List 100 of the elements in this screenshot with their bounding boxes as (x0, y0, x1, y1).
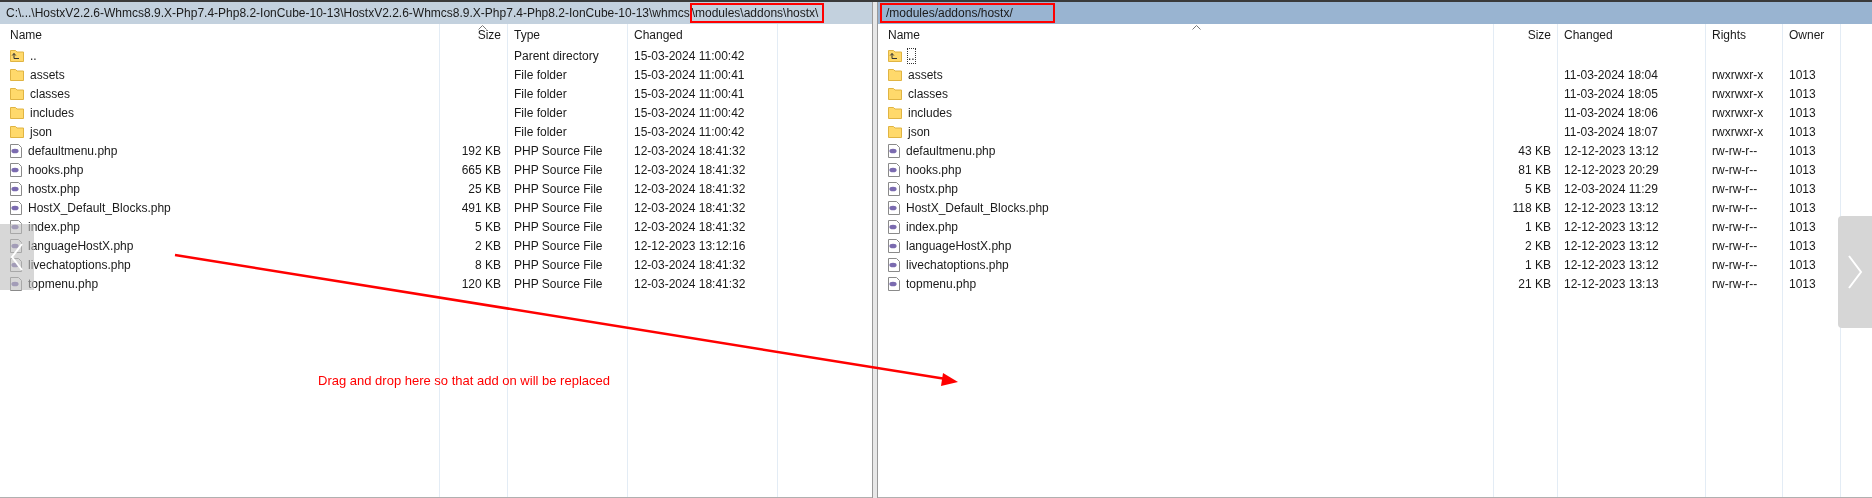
table-cell-text: 15-03-2024 11:00:41 (634, 66, 745, 84)
php-file-icon (10, 276, 22, 291)
table-cell-text: PHP Source File (514, 237, 603, 255)
table-cell-text: 12-03-2024 18:41:32 (634, 142, 746, 160)
highlighted-path: \modules\addons\hostx\ (689, 3, 825, 23)
php-file-icon (888, 276, 900, 291)
table-cell-text: PHP Source File (514, 180, 603, 198)
table-cell-text: 12-03-2024 18:41:32 (634, 218, 746, 236)
file-name[interactable]: languageHostX.php (906, 238, 1012, 253)
php-file-icon (888, 200, 900, 215)
column-header[interactable]: Name (10, 26, 42, 44)
file-name[interactable]: index.php (906, 219, 959, 234)
table-cell-text: 12-12-2023 13:12 (1564, 142, 1659, 160)
table-cell-text: 5 KB (475, 218, 501, 236)
file-name[interactable]: defaultmenu.php (28, 143, 118, 158)
file-name[interactable]: hostx.php (28, 181, 81, 196)
file-name[interactable]: livechatoptions.php (906, 257, 1009, 272)
table-cell-text: 12-12-2023 13:12 (1564, 237, 1659, 255)
table-cell-text: 120 KB (461, 275, 501, 293)
table-cell-text: 2 KB (1525, 237, 1551, 255)
file-name[interactable]: includes (908, 105, 953, 120)
table-cell-text: rw-rw-r-- (1712, 237, 1758, 255)
table-cell-text: 1013 (1789, 85, 1816, 103)
file-name[interactable]: .. (30, 48, 37, 63)
table-cell-text: 1013 (1789, 123, 1816, 141)
table-cell-text: PHP Source File (514, 275, 603, 293)
php-file-icon (888, 219, 900, 234)
up-folder-icon (888, 49, 902, 62)
table-cell-text: 2 KB (475, 237, 501, 255)
table-cell-text: rw-rw-r-- (1712, 161, 1758, 179)
table-cell-text: PHP Source File (514, 161, 603, 179)
table-cell-text: 12-03-2024 18:41:32 (634, 161, 746, 179)
table-cell-text: 1013 (1789, 256, 1816, 274)
table-cell-text: 1013 (1789, 218, 1816, 236)
highlighted-path: /modules/addons/hostx/ (880, 3, 1055, 23)
table-cell-text: PHP Source File (514, 218, 603, 236)
file-name[interactable]: includes (30, 105, 75, 120)
file-name[interactable]: assets (908, 67, 943, 82)
table-cell-text: 1 KB (1525, 256, 1551, 274)
column-header[interactable]: Rights (1712, 26, 1746, 44)
php-file-icon (10, 238, 22, 253)
php-file-icon (10, 143, 22, 158)
table-cell-text: 12-12-2023 20:29 (1564, 161, 1659, 179)
table-cell-text: 118 KB (1512, 199, 1551, 217)
column-header[interactable]: Owner (1789, 26, 1825, 44)
file-name[interactable]: index.php (28, 219, 81, 234)
file-name[interactable]: defaultmenu.php (906, 143, 996, 158)
file-name[interactable]: hostx.php (906, 181, 959, 196)
file-name[interactable]: classes (30, 86, 70, 101)
php-file-icon (10, 200, 22, 215)
file-name[interactable]: livechatoptions.php (28, 257, 131, 272)
file-name[interactable]: classes (908, 86, 948, 101)
table-cell-text: 1013 (1789, 275, 1816, 293)
column-header[interactable]: Name (888, 26, 920, 44)
column-header[interactable]: Changed (1564, 26, 1613, 44)
table-cell-text: 1013 (1789, 199, 1816, 217)
file-name[interactable]: hooks.php (906, 162, 962, 177)
table-cell-text: 12-12-2023 13:12:16 (634, 237, 746, 255)
file-name[interactable]: json (908, 124, 930, 139)
column-header[interactable]: Type (514, 26, 540, 44)
table-cell-text: 491 KB (461, 199, 501, 217)
column-header[interactable]: Changed (634, 26, 683, 44)
table-cell-text: 15-03-2024 11:00:42 (634, 47, 745, 65)
table-cell-text: rwxrwxr-x (1712, 66, 1764, 84)
table-cell-text: 81 KB (1518, 161, 1551, 179)
folder-icon (888, 68, 902, 81)
file-name[interactable]: topmenu.php (906, 276, 977, 291)
table-cell-text: 8 KB (475, 256, 501, 274)
table-cell-text: 15-03-2024 11:00:42 (634, 123, 745, 141)
file-name[interactable]: HostX_Default_Blocks.php (28, 200, 171, 215)
table-cell-text: 11-03-2024 18:06 (1564, 104, 1658, 122)
file-name[interactable]: languageHostX.php (28, 238, 134, 253)
column-header[interactable]: Size (1527, 26, 1551, 44)
php-file-icon (888, 257, 900, 272)
path-bar[interactable]: /modules/addons/hostx/ (878, 2, 1872, 24)
table-cell-text: 1013 (1789, 66, 1816, 84)
sort-caret-icon (478, 25, 487, 30)
php-file-icon (10, 219, 22, 234)
path-bar[interactable]: C:\...\HostxV2.2.6-Whmcs8.9.X-Php7.4-Php8.2-IonCube-10-13\HostxV2.2.6-Whmcs8.9.X-Php7.4-Php8.2-IonCube-10-13\whmcs \modules\addons\hostx\ (0, 2, 872, 24)
table-cell-text: 15-03-2024 11:00:41 (634, 85, 745, 103)
table-cell-text: 15-03-2024 11:00:42 (634, 104, 745, 122)
file-name[interactable]: hooks.php (28, 162, 84, 177)
php-file-icon (888, 162, 900, 177)
table-cell-text: 12-03-2024 18:41:32 (634, 275, 746, 293)
file-name[interactable]: HostX_Default_Blocks.php (906, 200, 1049, 215)
file-name[interactable]: topmenu.php (28, 276, 99, 291)
annotation-text: Drag and drop here so that add on will be replaced (318, 372, 610, 390)
table-cell-text: 12-12-2023 13:12 (1564, 218, 1659, 236)
folder-icon (888, 125, 902, 138)
up-folder-icon (10, 49, 24, 62)
table-cell-text: 12-12-2023 13:12 (1564, 199, 1659, 217)
table-cell-text: File folder (514, 123, 567, 141)
column-header[interactable]: Size (477, 26, 501, 44)
table-cell-text: 1013 (1789, 161, 1816, 179)
table-cell-text: 12-03-2024 18:41:32 (634, 199, 746, 217)
file-name[interactable]: json (30, 124, 52, 139)
file-name[interactable]: assets (30, 67, 65, 82)
table-cell-text: PHP Source File (514, 199, 603, 217)
table-cell-text: rw-rw-r-- (1712, 218, 1758, 236)
file-name[interactable]: .. (908, 48, 915, 63)
